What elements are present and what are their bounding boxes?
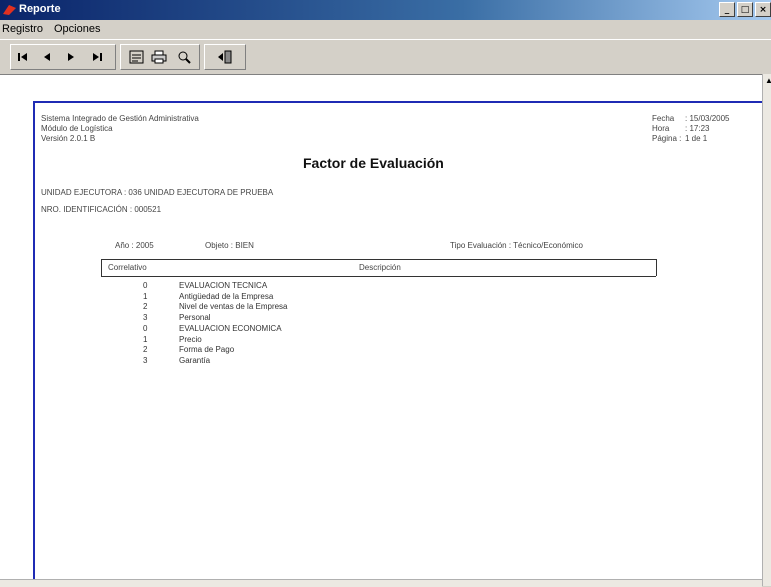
export-button[interactable] xyxy=(127,49,147,65)
first-page-icon xyxy=(18,53,27,61)
last-page-icon xyxy=(93,53,102,61)
zoom-button[interactable] xyxy=(175,49,195,65)
objeto-text: Objeto : BIEN xyxy=(205,241,254,250)
row-descripcion: Nivel de ventas de la Empresa xyxy=(179,302,288,312)
col-correlativo: Correlativo xyxy=(108,263,147,272)
app-icon xyxy=(3,5,16,15)
navigation-group xyxy=(10,44,116,70)
menu-registro[interactable]: Registro xyxy=(2,23,43,35)
row-correlativo: 2 xyxy=(143,302,148,312)
pagina-value: 1 de 1 xyxy=(685,134,708,143)
window-title: Reporte xyxy=(19,3,61,15)
row-correlativo: 2 xyxy=(143,345,148,355)
table-header-rule xyxy=(101,276,656,277)
row-correlativo: 3 xyxy=(143,313,148,323)
row-correlativo: 1 xyxy=(143,291,148,301)
report-page: Sistema Integrado de Gestión Administrat… xyxy=(33,101,762,580)
export-icon xyxy=(129,50,144,64)
row-correlativo: 0 xyxy=(143,281,148,290)
scroll-up-icon[interactable]: ▲ xyxy=(765,76,771,85)
report-viewport[interactable]: Sistema Integrado de Gestión Administrat… xyxy=(0,74,762,580)
system-name: Sistema Integrado de Gestión Administrat… xyxy=(41,114,199,123)
row-correlativo: 1 xyxy=(143,334,148,344)
next-page-icon xyxy=(68,53,74,61)
print-button[interactable] xyxy=(149,49,169,65)
printer-icon xyxy=(151,50,167,64)
fecha-value: : 15/03/2005 xyxy=(685,114,730,123)
table-top-rule xyxy=(101,259,656,260)
zoom-icon xyxy=(178,51,191,64)
unidad-ejecutora: UNIDAD EJECUTORA : 036 UNIDAD EJECUTORA … xyxy=(41,188,274,197)
last-page-button[interactable] xyxy=(87,49,107,65)
row-descripcion: Precio xyxy=(179,334,202,344)
col-descripcion: Descripción xyxy=(359,263,401,272)
minimize-button[interactable]: _ xyxy=(719,2,735,17)
exit-button[interactable] xyxy=(215,49,235,65)
prev-page-button[interactable] xyxy=(37,49,57,65)
next-page-button[interactable] xyxy=(61,49,81,65)
row-descripcion: Antigüedad de la Empresa xyxy=(179,291,274,301)
hora-value: : 17:23 xyxy=(685,124,710,133)
table-right-rule xyxy=(656,259,657,276)
nro-identificacion: NRO. IDENTIFICACIÓN : 000521 xyxy=(41,205,162,214)
row-correlativo: 3 xyxy=(143,355,148,365)
hora-label: Hora xyxy=(652,124,670,133)
pagina-label: Página : xyxy=(652,134,682,143)
vertical-scrollbar[interactable]: ▲ xyxy=(762,74,771,586)
menu-opciones[interactable]: Opciones xyxy=(54,23,100,35)
version-text: Versión 2.0.1 B xyxy=(41,134,96,143)
row-descripcion: EVALUACION TECNICA xyxy=(179,281,268,290)
title-bar: Reporte _ □ × xyxy=(0,0,771,20)
prev-page-icon xyxy=(44,53,50,61)
report-title: Factor de Evaluación xyxy=(303,155,444,171)
anio-text: Año : 2005 xyxy=(115,241,154,250)
exit-icon xyxy=(218,50,232,64)
close-button[interactable]: × xyxy=(755,2,771,17)
row-descripcion: EVALUACION ECONOMICA xyxy=(179,323,282,333)
module-name: Módulo de Logística xyxy=(41,124,113,133)
maximize-button[interactable]: □ xyxy=(737,2,753,17)
exit-group xyxy=(204,44,246,70)
row-descripcion: Personal xyxy=(179,313,211,323)
tipo-evaluacion: Tipo Evaluación : Técnico/Económico xyxy=(450,241,583,250)
actions-group xyxy=(120,44,200,70)
first-page-button[interactable] xyxy=(13,49,33,65)
table-left-rule xyxy=(101,259,102,276)
fecha-label: Fecha xyxy=(652,114,675,123)
row-descripcion: Forma de Pago xyxy=(179,345,235,355)
toolbar xyxy=(0,39,771,75)
menu-bar: Registro Opciones xyxy=(0,20,771,38)
row-correlativo: 0 xyxy=(143,323,148,333)
row-descripcion: Garantía xyxy=(179,355,211,365)
